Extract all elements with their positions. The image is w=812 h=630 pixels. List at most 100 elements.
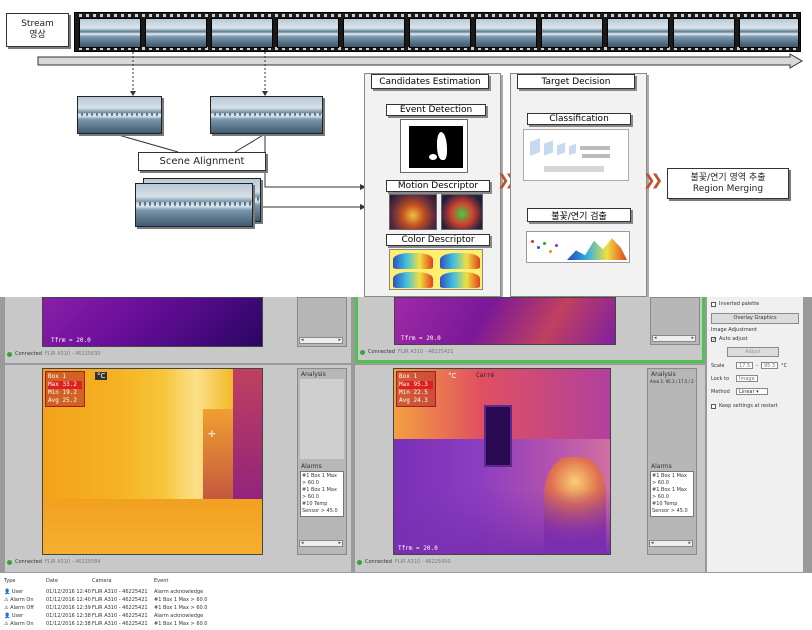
max-label: Max: [48, 381, 59, 388]
lock-select[interactable]: Image: [736, 375, 758, 382]
crosshair-icon: ✛: [208, 430, 216, 440]
alarm-item[interactable]: #10 Temp Sensor > 45.0: [302, 501, 342, 515]
scene-alignment-box: Scene Alignment: [138, 152, 266, 171]
thermal-image-2: Tfrm = 20.0: [394, 297, 616, 345]
table-row[interactable]: 👤 User 01/12/2016 12:38 FLIR A310 - 4622…: [4, 613, 264, 619]
lock-row: Lock to Image: [711, 375, 800, 382]
camera-status-4: Connected FLIR A310 - 46225450: [357, 559, 451, 565]
camera-serial: FLIR A310 - 46225630: [44, 351, 101, 357]
alarm-item[interactable]: #1 Box 1 Max > 60.0: [302, 473, 342, 487]
column-header[interactable]: Type: [4, 578, 46, 584]
scrollbar[interactable]: ◂ ▸: [649, 540, 693, 547]
table-row[interactable]: ⚠ Alarm Off 01/12/2016 12:39 FLIR A310 -…: [4, 605, 264, 611]
region-merging-line-1: 불꽃/연기 영역 추출: [690, 172, 766, 183]
box-name: Box 1: [48, 373, 67, 380]
camera-status-3: Connected FLIR A310 - 46225584: [7, 559, 101, 565]
event-type-cell: 👤 User: [4, 589, 24, 595]
event-type: Alarm On: [10, 621, 34, 627]
alarm-list: #1 Box 1 Max > 60.0 #1 Box 1 Max > 60.0 …: [650, 471, 694, 517]
event-log-table: Type Date Camera Event 👤 User 01/12/2016…: [0, 572, 812, 630]
measurement-box: Box 1 Max 33.2 Min 19.2 Avg 25.2: [45, 371, 85, 407]
image-adjustment-heading: Image Adjustment: [711, 327, 757, 333]
avg-value: 24.3: [413, 397, 428, 404]
alarm-item[interactable]: #1 Box 1 Max > 60.0: [302, 487, 342, 501]
column-header[interactable]: Date: [46, 578, 92, 584]
motion-descriptor-image-1: [389, 194, 437, 230]
box-name: Box 1: [399, 373, 418, 380]
alarm-item[interactable]: #10 Temp Sensor > 45.0: [652, 501, 692, 515]
event-type-cell: 👤 User: [4, 613, 24, 619]
min-label: Min: [399, 389, 410, 396]
event-type-cell: ⚠ Alarm On: [4, 621, 34, 627]
motion-descriptor-title: Motion Descriptor: [386, 180, 490, 192]
event-camera: FLIR A310 - 46225421: [92, 589, 148, 595]
fire-smoke-detection-plots: [526, 231, 630, 263]
camera-view-1: Tfrm = 20.0 ◂ ▸ Connected FLIR A310 - 462…: [5, 297, 351, 363]
scrollbar[interactable]: ◂ ▸: [299, 540, 343, 547]
scale-unit: °C: [781, 362, 788, 369]
overlay-graphics-button[interactable]: Overlay Graphics: [711, 313, 799, 324]
event-type: User: [11, 589, 24, 595]
table-row[interactable]: ⚠ Alarm On 01/12/2016 12:38 FLIR A310 - …: [4, 621, 264, 627]
camera-serial: FLIR A310 - 46225450: [394, 559, 451, 565]
measurement-box: Box 1 Max 95.3 Min 22.5 Avg 24.3: [396, 371, 436, 407]
avg-value: 25.2: [62, 397, 77, 404]
tfrm-label: Tfrm = 20.0: [401, 335, 441, 342]
composite-figure: Stream 영상 Scene Alignment Candidates Est…: [0, 0, 812, 630]
thermal-image-4: Box 1 Max 95.3 Min 22.5 Avg 24.3 °C Carr…: [393, 368, 611, 555]
event-type: User: [11, 613, 24, 619]
column-header[interactable]: Event: [154, 578, 264, 584]
analysis-panel-3: Analysis Alarms #1 Box 1 Max > 60.0 #1 B…: [297, 368, 347, 555]
auto-adjust-checkbox[interactable]: ✓: [711, 336, 716, 342]
auto-adjust-label: Auto adjust: [719, 336, 748, 342]
alarm-list: #1 Box 1 Max > 60.0 #1 Box 1 Max > 60.0 …: [300, 471, 344, 517]
adjust-button[interactable]: Adjust: [727, 347, 779, 357]
camera-view-4: Box 1 Max 95.3 Min 22.5 Avg 24.3 °C Carr…: [355, 365, 705, 572]
event-date: 01/12/2016 12:40: [46, 589, 91, 595]
method-select[interactable]: Linear ▾: [736, 388, 768, 395]
connected-icon: [357, 559, 362, 565]
method-label: Method: [711, 388, 730, 395]
temperature-unit: °C: [448, 372, 457, 380]
selected-frame-1: [77, 96, 162, 134]
color-descriptor-title: Color Descriptor: [386, 234, 490, 246]
scrollbar[interactable]: ◂ ▸: [299, 337, 343, 344]
camera-view-2[interactable]: Tfrm = 20.0 ◂ ▸ Connected FLIR A310 - 462…: [355, 297, 705, 363]
min-value: 22.5: [413, 389, 428, 396]
event-camera: FLIR A310 - 46225421: [92, 613, 148, 619]
scale-max-input[interactable]: 95.3: [760, 362, 779, 369]
connected-label: Connected: [368, 349, 395, 355]
scale-min-input[interactable]: 17.5: [736, 362, 754, 369]
motion-descriptor-image-2: [441, 194, 483, 230]
event-camera: FLIR A310 - 46225421: [92, 597, 148, 603]
alarm-item[interactable]: #1 Box 1 Max > 60.0: [652, 487, 692, 501]
inverted-palette-checkbox[interactable]: [711, 301, 716, 307]
table-row[interactable]: ⚠ Alarm On 01/12/2016 12:40 FLIR A310 - …: [4, 597, 264, 603]
event-date: 01/12/2016 12:38: [46, 621, 91, 627]
keep-settings-checkbox[interactable]: [711, 403, 716, 409]
candidates-estimation-title: Candidates Estimation: [371, 74, 489, 89]
aligned-frame-front: [135, 183, 253, 227]
camera-status-2: Connected FLIR A310 - 46225421: [360, 349, 454, 355]
alarm-item[interactable]: #1 Box 1 Max > 60.0: [652, 473, 692, 487]
table-row[interactable]: 👤 User 01/12/2016 12:40 FLIR A310 - 4622…: [4, 589, 264, 595]
event-type-cell: ⚠ Alarm On: [4, 597, 34, 603]
fire-smoke-detection-title: 불꽃/연기 검출: [527, 208, 631, 222]
temperature-unit: °C: [95, 372, 108, 380]
max-value: 95.3: [413, 381, 428, 388]
connected-icon: [7, 351, 12, 357]
event-type-cell: ⚠ Alarm Off: [4, 605, 34, 611]
connected-label: Connected: [15, 351, 42, 357]
lock-label: Lock to: [711, 375, 730, 382]
scrollbar[interactable]: ◂ ▸: [652, 335, 696, 342]
column-header[interactable]: Camera: [92, 578, 154, 584]
event-log-header: Type Date Camera Event: [4, 578, 264, 584]
keep-settings-row: Keep settings at restart: [711, 403, 800, 409]
event-detection-title: Event Detection: [386, 104, 486, 116]
selected-frame-2: [210, 96, 323, 134]
camera-view-3: Box 1 Max 33.2 Min 19.2 Avg 25.2 °C ✛ An…: [5, 365, 351, 572]
event-date: 01/12/2016 12:38: [46, 613, 91, 619]
alarms-label: Alarms: [651, 463, 672, 470]
connected-label: Connected: [15, 559, 42, 565]
image-adjustment-heading-row: Image Adjustment: [711, 327, 800, 333]
